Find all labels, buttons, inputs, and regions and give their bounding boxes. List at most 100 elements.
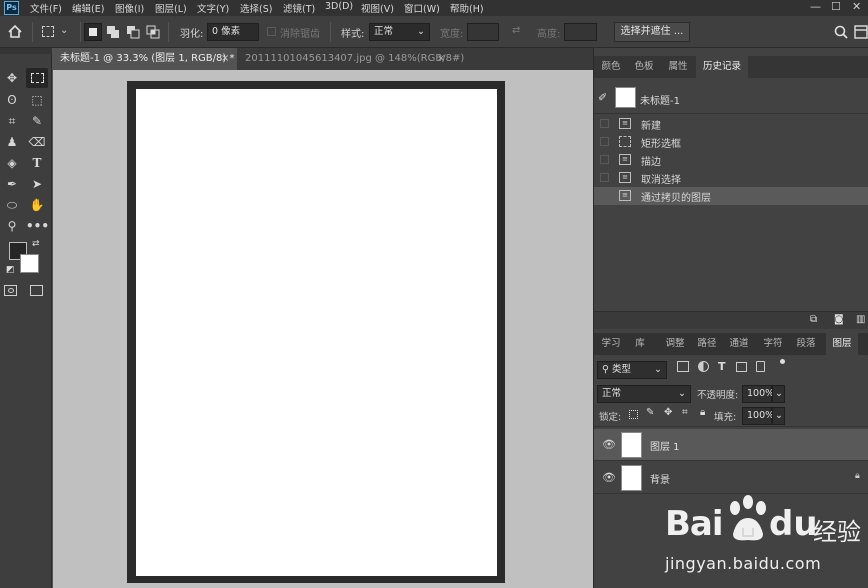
layer-filter-select[interactable]: ⚲ 类型 ⌄ — [597, 361, 667, 379]
minimize-button[interactable]: — — [810, 0, 821, 13]
menu-3d[interactable]: 3D(D) — [325, 1, 353, 12]
tab-properties[interactable]: 属性 — [662, 56, 694, 78]
history-item-selected[interactable]: ≡ 通过拷贝的图层 — [594, 187, 868, 205]
height-input[interactable] — [564, 23, 597, 41]
menu-edit[interactable]: 编辑(E) — [72, 1, 104, 15]
tab-channels[interactable]: 通道 — [726, 333, 752, 355]
select-and-mask-button[interactable]: 选择并遮住 ... — [614, 22, 690, 42]
menu-select[interactable]: 选择(S) — [240, 1, 272, 15]
background-color-swatch[interactable] — [20, 254, 39, 273]
antialias-checkbox[interactable] — [267, 27, 276, 36]
zoom-tool-icon[interactable]: ⚲ — [1, 216, 23, 236]
menu-type[interactable]: 文字(Y) — [197, 1, 229, 15]
type-layer-filter-icon[interactable]: T — [718, 360, 726, 373]
trash-icon[interactable]: ▥ — [856, 314, 865, 325]
brush-tool-icon[interactable]: ✎ — [26, 111, 48, 131]
feather-input[interactable]: 0 像素 — [207, 23, 259, 41]
shape-layer-filter-icon[interactable] — [736, 362, 747, 372]
more-tools-icon[interactable]: ••• — [26, 216, 49, 236]
opacity-input[interactable]: 100% — [742, 385, 774, 403]
close-window-button[interactable]: ✕ — [852, 0, 861, 13]
stamp-tool-icon[interactable]: ♟ — [1, 132, 23, 152]
swap-width-height-icon[interactable]: ⇄ — [512, 25, 520, 36]
menu-file[interactable]: 文件(F) — [30, 1, 62, 15]
eye-icon[interactable]: 👁︎ — [602, 471, 616, 484]
lock-all-icon[interactable]: 🔒︎ — [700, 407, 705, 418]
smart-object-filter-icon[interactable] — [756, 361, 765, 372]
path-selection-tool-icon[interactable]: ➤ — [26, 174, 48, 194]
pixel-layer-filter-icon[interactable] — [677, 361, 689, 372]
default-colors-icon[interactable]: ◩ — [6, 265, 15, 275]
search-icon[interactable] — [834, 25, 848, 39]
tab-document-inactive[interactable]: 20111101045613407.jpg @ 148%(RGB/8#) × — [237, 48, 464, 70]
subtract-from-selection-icon[interactable] — [126, 25, 140, 39]
preset-dropdown-icon[interactable]: ⌄ — [60, 25, 68, 36]
swap-colors-icon[interactable]: ⇄ — [32, 239, 40, 249]
filter-toggle-icon[interactable] — [780, 359, 785, 364]
layer-name[interactable]: 背景 — [650, 471, 670, 486]
tab-adjustments[interactable]: 调整 — [662, 333, 688, 355]
history-brush-icon[interactable]: ✐ — [598, 91, 607, 104]
move-tool-icon[interactable]: ✥ — [1, 68, 23, 88]
hand-tool-icon[interactable]: ✋ — [26, 195, 48, 215]
quick-mask-icon[interactable] — [4, 285, 17, 296]
menu-window[interactable]: 窗口(W) — [404, 1, 440, 15]
menu-help[interactable]: 帮助(H) — [450, 1, 484, 15]
type-tool-icon[interactable]: T — [26, 153, 48, 173]
adjustment-layer-filter-icon[interactable] — [698, 361, 709, 372]
home-icon[interactable] — [8, 25, 22, 38]
lock-artboard-icon[interactable]: ⌗ — [682, 407, 688, 418]
paint-bucket-tool-icon[interactable]: ◈ — [1, 153, 23, 173]
marquee-preset-icon[interactable] — [42, 26, 54, 37]
panel-grip[interactable] — [0, 48, 52, 54]
tab-learn[interactable]: 学习 — [596, 333, 626, 355]
new-document-from-state-icon[interactable]: ⧉ — [810, 314, 817, 325]
blend-mode-select[interactable]: 正常 ⌄ — [597, 385, 691, 403]
lock-image-icon[interactable]: ✎ — [646, 407, 654, 418]
camera-icon[interactable]: ◙ — [834, 314, 844, 325]
maximize-button[interactable]: ☐ — [831, 0, 841, 13]
layer-row-selected[interactable]: 👁︎ 图层 1 — [594, 429, 868, 461]
tab-swatches[interactable]: 色板 — [628, 56, 660, 78]
menu-image[interactable]: 图像(I) — [115, 1, 144, 15]
opacity-dropdown-icon[interactable]: ⌄ — [772, 385, 785, 403]
quick-selection-tool-icon[interactable]: ⬚ — [26, 90, 48, 110]
history-item[interactable]: ≡ 取消选择 — [594, 169, 868, 187]
fill-input[interactable]: 100% — [742, 407, 774, 425]
tab-color[interactable]: 颜色 — [596, 56, 626, 78]
new-selection-button[interactable] — [84, 23, 102, 41]
style-select[interactable]: 正常 ⌄ — [369, 23, 430, 41]
tab-libraries[interactable]: 库 — [628, 333, 652, 355]
eye-icon[interactable]: 👁︎ — [602, 438, 616, 451]
tab-history[interactable]: 历史记录 — [696, 56, 748, 78]
close-icon[interactable]: × — [437, 48, 445, 70]
tab-character[interactable]: 字符 — [760, 333, 786, 355]
history-item[interactable]: ≡ 描边 — [594, 151, 868, 169]
screen-mode-icon[interactable] — [30, 285, 43, 296]
tab-paragraph[interactable]: 段落 — [793, 333, 819, 355]
menu-filter[interactable]: 滤镜(T) — [283, 1, 315, 15]
lasso-tool-icon[interactable]: ʘ — [1, 90, 23, 110]
fill-dropdown-icon[interactable]: ⌄ — [772, 407, 785, 425]
add-to-selection-icon[interactable] — [106, 25, 120, 39]
tab-layers[interactable]: 图层 — [826, 333, 858, 355]
tab-document-active[interactable]: 未标题-1 @ 33.3% (图层 1, RGB/8) * × — [52, 48, 237, 70]
document-canvas[interactable] — [136, 89, 497, 576]
history-item[interactable]: 矩形选框 — [594, 133, 868, 151]
close-icon[interactable]: × — [221, 48, 229, 70]
crop-tool-icon[interactable]: ⌗ — [1, 111, 23, 131]
pen-tool-icon[interactable]: ✒ — [1, 174, 23, 194]
menu-layer[interactable]: 图层(L) — [155, 1, 187, 15]
eraser-tool-icon[interactable]: ⌫ — [26, 132, 48, 152]
width-input[interactable] — [467, 23, 499, 41]
snapshot-label[interactable]: 未标题-1 — [640, 92, 680, 107]
lock-position-icon[interactable]: ✥ — [664, 407, 672, 418]
snapshot-thumbnail[interactable] — [615, 87, 636, 108]
intersect-selection-icon[interactable] — [146, 25, 160, 39]
workspace-icon[interactable] — [854, 25, 868, 39]
layer-name[interactable]: 图层 1 — [650, 438, 680, 453]
lock-transparent-icon[interactable] — [629, 410, 638, 419]
menu-view[interactable]: 视图(V) — [361, 1, 394, 15]
rectangular-marquee-tool-icon[interactable] — [26, 68, 48, 88]
tab-paths[interactable]: 路径 — [694, 333, 720, 355]
